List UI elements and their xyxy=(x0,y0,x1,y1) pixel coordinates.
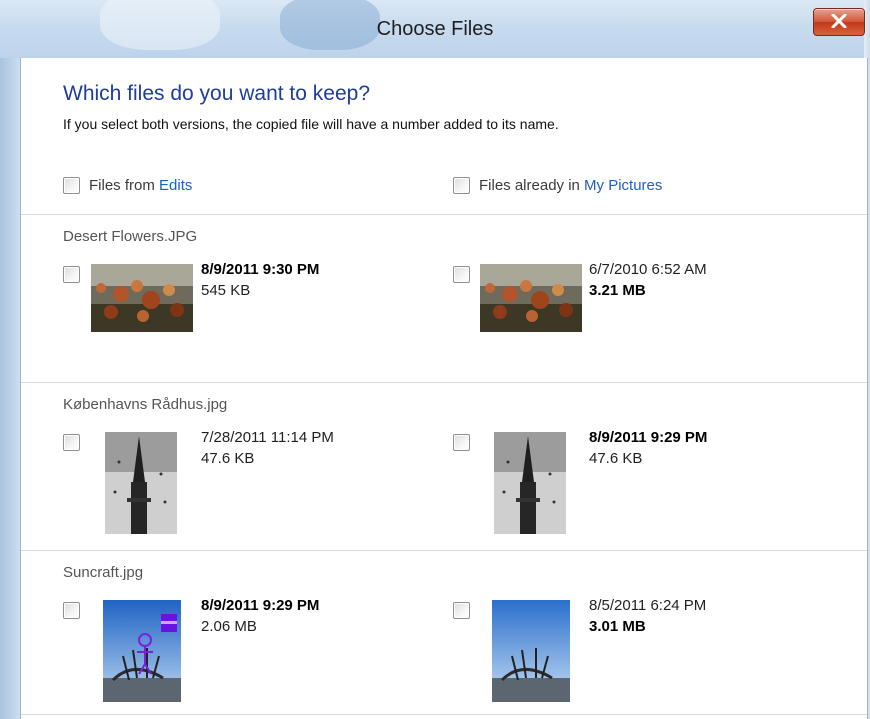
suncraft-thumbnail-my-pictures[interactable] xyxy=(492,600,570,702)
keep-edits-version-checkbox[interactable] xyxy=(63,434,80,451)
file-size: 47.6 KB xyxy=(589,450,643,467)
file-size: 545 KB xyxy=(201,282,251,299)
sculpture-photo-icon xyxy=(492,600,570,702)
source-right-label: Files already in My Pictures xyxy=(479,177,662,194)
window-title: Choose Files xyxy=(376,18,494,40)
divider xyxy=(21,214,867,215)
keep-my-pictures-version-checkbox[interactable] xyxy=(453,434,470,451)
select-all-edits-checkbox[interactable] xyxy=(63,177,80,194)
dialog-instruction: If you select both versions, the copied … xyxy=(63,116,559,132)
source-left-prefix: Files from xyxy=(89,177,160,194)
tower-photo-icon xyxy=(494,432,566,534)
suncraft-thumbnail-edits[interactable] xyxy=(103,600,181,702)
file-date: 8/9/2011 9:30 PM xyxy=(201,261,320,278)
file-date: 7/28/2011 11:14 PM xyxy=(201,429,334,446)
file-date: 8/9/2011 9:29 PM xyxy=(589,429,708,446)
file-size: 47.6 KB xyxy=(201,450,255,467)
edits-folder-link[interactable]: Edits xyxy=(159,177,192,194)
file-size: 3.21 MB xyxy=(589,282,646,299)
flower-photo-icon xyxy=(91,264,193,332)
file-size: 3.01 MB xyxy=(589,618,646,635)
keep-my-pictures-version-checkbox[interactable] xyxy=(453,602,470,619)
file-name-suncraft: Suncraft.jpg xyxy=(63,564,144,581)
tower-photo-icon xyxy=(105,432,177,534)
kobenhavns-radhus-thumbnail-edits[interactable] xyxy=(105,432,177,534)
source-left-label: Files from Edits xyxy=(89,177,192,194)
keep-my-pictures-version-checkbox[interactable] xyxy=(453,266,470,283)
desert-flowers-thumbnail-edits[interactable] xyxy=(91,264,193,332)
divider xyxy=(21,382,867,383)
file-size: 2.06 MB xyxy=(201,618,257,635)
keep-edits-version-checkbox[interactable] xyxy=(63,602,80,619)
keep-edits-version-checkbox[interactable] xyxy=(63,266,80,283)
dialog-content: Which files do you want to keep? If you … xyxy=(20,58,868,719)
desert-flowers-thumbnail-my-pictures[interactable] xyxy=(480,264,582,332)
sculpture-photo-icon xyxy=(103,600,181,702)
dialog-heading: Which files do you want to keep? xyxy=(63,82,371,105)
file-name-desert-flowers: Desert Flowers.JPG xyxy=(63,228,198,245)
file-date: 8/9/2011 9:29 PM xyxy=(201,597,320,614)
source-right-prefix: Files already in xyxy=(479,177,585,194)
divider xyxy=(21,550,867,551)
kobenhavns-radhus-thumbnail-my-pictures[interactable] xyxy=(494,432,566,534)
file-date: 8/5/2011 6:24 PM xyxy=(589,597,707,614)
select-all-my-pictures-checkbox[interactable] xyxy=(453,177,470,194)
file-name-kobenhavns-radhus: Københavns Rådhus.jpg xyxy=(63,396,228,413)
file-date: 6/7/2010 6:52 AM xyxy=(589,261,707,278)
my-pictures-folder-link[interactable]: My Pictures xyxy=(584,177,662,194)
close-button[interactable] xyxy=(813,8,865,36)
close-icon xyxy=(831,14,847,28)
choose-files-dialog: Choose Files Which files do you want to … xyxy=(0,0,870,719)
divider xyxy=(21,714,867,715)
title-bar[interactable]: Choose Files xyxy=(0,0,870,58)
flower-photo-icon xyxy=(480,264,582,332)
